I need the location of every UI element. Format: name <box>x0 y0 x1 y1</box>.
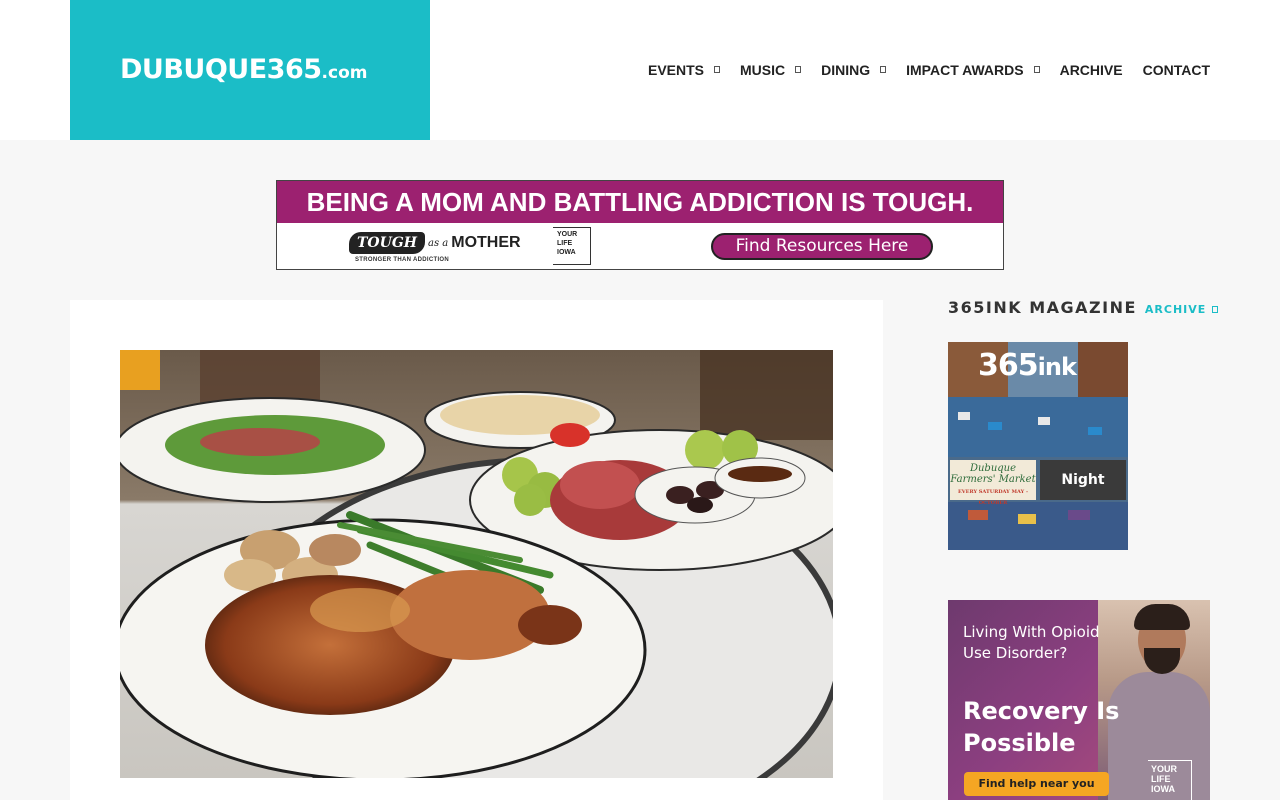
main-nav: EVENTS MUSIC DINING IMPACT AWARDS ARCHIV… <box>648 60 1210 80</box>
farmers-market-panel: Dubuque Farmers' Market EVERY SATURDAY M… <box>950 460 1036 506</box>
find-help-button[interactable]: Find help near you <box>964 772 1109 796</box>
logo-text: DUBUQUE365.com <box>120 54 368 85</box>
sidebar-heading: 365INK MAGAZINE ARCHIVE <box>948 298 1219 317</box>
nav-item-dining[interactable]: DINING <box>821 62 887 78</box>
ad-headline: Recovery Is Possible <box>963 697 1120 757</box>
nav-item-contact[interactable]: CONTACT <box>1143 62 1210 78</box>
find-resources-button[interactable]: Find Resources Here <box>711 233 933 260</box>
chevron-right-icon <box>1212 306 1219 313</box>
magazine-archive-link[interactable]: ARCHIVE <box>1145 303 1219 316</box>
recovery-ad[interactable]: Living With Opioid Use Disorder? Recover… <box>948 600 1210 800</box>
site-header: DUBUQUE365.com EVENTS MUSIC DINING IMPAC… <box>0 0 1280 140</box>
dropdown-icon <box>880 65 887 73</box>
nav-label-archive: ARCHIVE <box>1059 62 1123 78</box>
food-plate-photo-icon <box>120 350 833 778</box>
nav-item-archive[interactable]: ARCHIVE <box>1060 62 1123 78</box>
nav-label-impact-awards: IMPACT AWARDS <box>906 62 1024 78</box>
tough-logo-as: as a <box>428 237 449 249</box>
dropdown-icon <box>795 65 802 73</box>
ad-person-hair <box>1134 604 1190 630</box>
tough-logo-mother: MOTHER <box>451 234 521 251</box>
nav-label-music: MUSIC <box>740 62 786 78</box>
ad-question: Living With Opioid Use Disorder? <box>963 623 1100 662</box>
nav-item-music[interactable]: MUSIC <box>740 62 802 78</box>
tough-logo-tagline: STRONGER THAN ADDICTION <box>355 257 450 263</box>
banner-footer: TOUGH as a MOTHER STRONGER THAN ADDICTIO… <box>277 223 1003 269</box>
your-life-iowa-logo: YOUR LIFE IOWA <box>1148 760 1192 800</box>
night-market-panel: Night <box>1040 460 1126 500</box>
sidebar-title: 365INK MAGAZINE <box>948 298 1137 317</box>
magazine-masthead: 365ink <box>978 348 1077 383</box>
tough-as-a-mother-logo: TOUGH as a MOTHER <box>349 232 521 254</box>
banner-ad[interactable]: BEING A MOM AND BATTLING ADDICTION IS TO… <box>276 180 1004 270</box>
article-hero-image[interactable] <box>120 350 833 778</box>
banner-headline: BEING A MOM AND BATTLING ADDICTION IS TO… <box>277 181 1003 223</box>
site-logo[interactable]: DUBUQUE365.com <box>70 0 430 140</box>
nav-item-events[interactable]: EVENTS <box>648 62 720 78</box>
nav-label-dining: DINING <box>821 62 871 78</box>
nav-label-events: EVENTS <box>647 62 704 78</box>
dropdown-icon <box>1033 65 1040 73</box>
your-life-iowa-logo: YOUR LIFE IOWA <box>553 227 591 265</box>
magazine-cover[interactable]: 365ink Dubuque Farmers' Market EVERY SAT… <box>948 342 1128 550</box>
nav-item-impact-awards[interactable]: IMPACT AWARDS <box>906 62 1040 78</box>
article-card <box>70 300 883 800</box>
tough-logo-word: TOUGH <box>349 232 426 254</box>
dropdown-icon <box>714 65 720 73</box>
nav-label-contact: CONTACT <box>1142 62 1210 78</box>
